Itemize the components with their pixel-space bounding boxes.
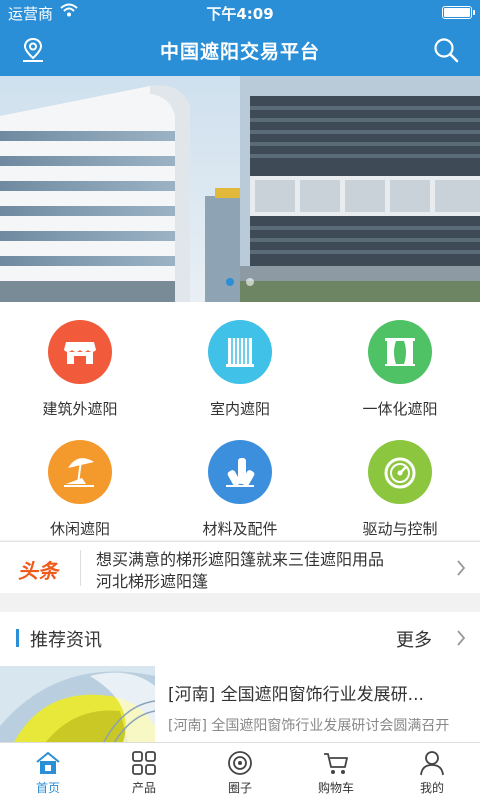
grid-icon xyxy=(132,751,156,775)
divider xyxy=(80,550,81,586)
category-label: 一体化遮阳 xyxy=(362,400,438,418)
search-icon[interactable] xyxy=(432,36,460,64)
carousel-dot-1[interactable] xyxy=(226,278,235,286)
home-icon xyxy=(36,751,60,774)
roller-blind-icon xyxy=(208,320,272,384)
banner-carousel[interactable] xyxy=(0,76,480,302)
chevron-right-icon xyxy=(457,560,466,576)
banner-image xyxy=(0,76,480,302)
category-materials[interactable]: 材料及配件 xyxy=(160,440,320,539)
headline-line-2[interactable]: 河北梯形遮阳篷 xyxy=(96,568,208,592)
category-label: 建筑外遮阳 xyxy=(42,400,118,418)
chevron-right-icon[interactable] xyxy=(456,630,466,646)
category-label: 材料及配件 xyxy=(202,520,278,538)
news-thumbnail xyxy=(0,666,155,750)
tab-bar: 首页 产品 圈子 购物车 我的 xyxy=(0,742,480,800)
tab-label: 首页 xyxy=(35,781,60,795)
tab-me[interactable]: 我的 xyxy=(384,743,480,800)
category-grid: 建筑外遮阳 室内遮阳 一体化遮阳 休闲遮阳 材料及配件 驱动与控制 xyxy=(0,302,480,540)
news-list-item[interactable]: [河南] 全国遮阳窗饰行业发展研... [河南] 全国遮阳窗饰行业发展研讨会圆满… xyxy=(0,664,480,750)
storefront-icon xyxy=(48,320,112,384)
cart-icon xyxy=(324,753,348,774)
news-summary: [河南] 全国遮阳窗饰行业发展研讨会圆满召开 xyxy=(168,718,450,734)
tab-label: 购物车 xyxy=(317,781,354,795)
category-label: 驱动与控制 xyxy=(362,520,438,538)
news-section-header: 推荐资讯 更多 xyxy=(0,612,480,664)
section-accent-bar xyxy=(16,629,19,647)
curtain-window-icon xyxy=(368,320,432,384)
user-icon xyxy=(420,751,444,776)
carousel-dot-2[interactable] xyxy=(245,278,254,286)
more-link[interactable]: 更多 xyxy=(396,626,432,652)
tab-label: 我的 xyxy=(419,781,444,795)
headline-line-1[interactable]: 想买满意的梯形遮阳篷就来三佳遮阳用品 xyxy=(96,546,384,570)
category-indoor[interactable]: 室内遮阳 xyxy=(160,320,320,419)
category-building-exterior[interactable]: 建筑外遮阳 xyxy=(0,320,160,419)
category-drive-control[interactable]: 驱动与控制 xyxy=(320,440,480,539)
tab-cart[interactable]: 购物车 xyxy=(288,743,384,800)
tab-home[interactable]: 首页 xyxy=(0,743,96,800)
headline-tag: 头条 xyxy=(18,559,58,583)
category-label: 休闲遮阳 xyxy=(49,520,110,538)
category-integrated[interactable]: 一体化遮阳 xyxy=(320,320,480,419)
nav-bar: 中国遮阳交易平台 xyxy=(0,24,480,76)
carousel-indicator xyxy=(0,271,480,290)
status-bar: 运营商 下午4:09 xyxy=(0,0,480,24)
news-title[interactable]: [河南] 全国遮阳窗饰行业发展研... xyxy=(168,680,468,705)
page-title: 中国遮阳交易平台 xyxy=(159,41,320,63)
battery-icon xyxy=(442,6,475,19)
tab-community[interactable]: 圈子 xyxy=(192,743,288,800)
materials-icon xyxy=(208,440,272,504)
news-section-title: 推荐资讯 xyxy=(30,630,102,651)
category-label: 室内遮阳 xyxy=(209,400,270,418)
beach-umbrella-icon xyxy=(48,440,112,504)
circle-chat-icon xyxy=(228,751,252,775)
tab-products[interactable]: 产品 xyxy=(96,743,192,800)
gauge-icon xyxy=(368,440,432,504)
tab-label: 圈子 xyxy=(227,781,252,795)
tab-label: 产品 xyxy=(131,781,156,795)
clock: 下午4:09 xyxy=(206,5,274,23)
headline-ticker[interactable]: 头条 想买满意的梯形遮阳篷就来三佳遮阳用品 河北梯形遮阳篷 xyxy=(0,541,480,593)
category-leisure[interactable]: 休闲遮阳 xyxy=(0,440,160,539)
